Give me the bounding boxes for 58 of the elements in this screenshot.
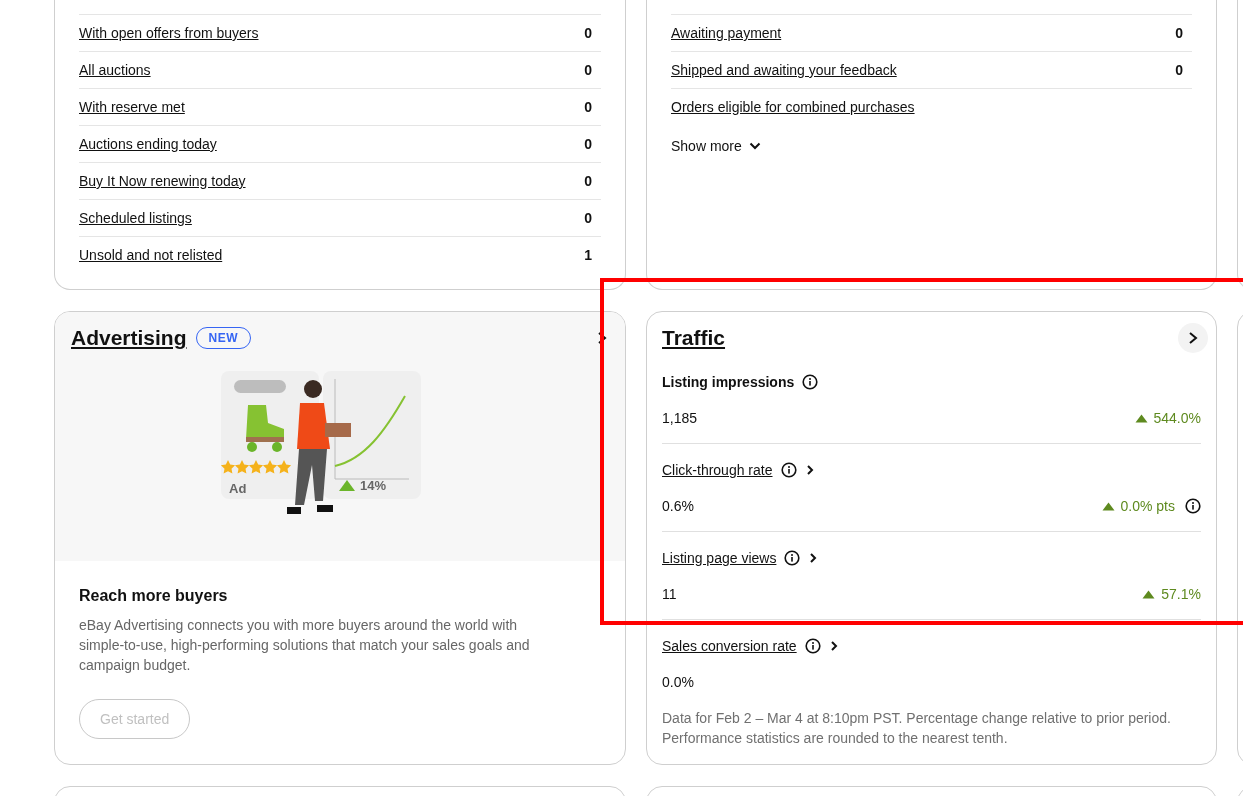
metric-value: 0.0% <box>662 674 694 690</box>
info-icon[interactable] <box>802 374 819 390</box>
chevron-right-icon <box>596 331 608 345</box>
chevron-down-icon <box>748 142 761 150</box>
chevron-right-icon[interactable] <box>828 640 839 652</box>
count-text: 0 <box>584 173 593 189</box>
show-more-button[interactable]: Show more <box>671 138 761 154</box>
count-text: 1 <box>584 247 593 263</box>
footnote-text: Data for Feb 2 – Mar 4 at 8:10pm PST. Percentage change relative to prior period. Performance statistics are rounded to the nearest tenth. <box>662 709 1172 748</box>
count-text: 0 <box>584 25 593 41</box>
metric-link[interactable]: Sales conversion rate <box>662 638 797 654</box>
up-triangle-icon <box>1101 501 1115 511</box>
list-link[interactable]: With open offers from buyers <box>79 25 259 41</box>
list-link[interactable]: Auctions ending today <box>79 136 217 152</box>
count-text: 0 <box>1175 25 1184 41</box>
list-link[interactable]: Unsold and not relisted <box>79 247 223 263</box>
list-link[interactable]: With reserve met <box>79 99 185 115</box>
info-icon[interactable] <box>804 638 821 654</box>
star-icon <box>234 460 250 474</box>
list-link[interactable]: Awaiting payment <box>671 25 782 41</box>
list-link[interactable]: Orders eligible for combined purchases <box>671 99 915 115</box>
count-text: 0 <box>584 62 593 78</box>
metric-link[interactable]: Click-through rate <box>662 462 773 478</box>
metric-value: 1,185 <box>662 410 698 426</box>
change-text: 544.0% <box>1153 410 1201 426</box>
up-triangle-icon <box>1134 413 1148 423</box>
list-link[interactable]: All auctions <box>79 62 151 78</box>
description-text: eBay Advertising connects you with more buyers around the world with simple-to-use, high-performing solutions that match your sales goals and campaign budget. <box>79 616 531 675</box>
card-title-link[interactable]: Advertising <box>71 326 187 350</box>
chevron-right-icon[interactable] <box>808 552 819 564</box>
list-link[interactable]: Buy It Now renewing today <box>79 173 246 189</box>
list-link[interactable]: Shipped and awaiting your feedback <box>671 62 897 78</box>
chevron-right-icon <box>1187 331 1199 345</box>
count-text: 0 <box>1175 62 1184 78</box>
count-text: 0 <box>584 210 593 226</box>
star-icon <box>220 460 236 474</box>
count-text: 0 <box>584 136 593 152</box>
list-link[interactable]: Scheduled listings <box>79 210 192 226</box>
metric-value: 11 <box>662 586 677 602</box>
metric-value: 0.6% <box>662 498 694 514</box>
change-text: 0.0% pts <box>1120 498 1175 514</box>
section-heading: Reach more buyers <box>79 587 229 605</box>
info-icon[interactable] <box>784 550 801 566</box>
trend-label: 14% <box>360 478 387 493</box>
info-icon[interactable] <box>780 462 797 478</box>
star-icon <box>276 460 292 474</box>
info-icon[interactable] <box>1185 498 1201 514</box>
metric-link[interactable]: Listing page views <box>662 550 777 566</box>
metric-label: Listing impressions <box>662 374 795 390</box>
star-icon <box>248 460 264 474</box>
change-text: 57.1% <box>1161 586 1201 602</box>
up-triangle-icon <box>1142 589 1156 599</box>
chevron-button[interactable] <box>1178 323 1208 353</box>
chevron-right-icon[interactable] <box>804 464 815 476</box>
count-text: 0 <box>584 99 593 115</box>
card-title-link[interactable]: Traffic <box>662 326 726 350</box>
star-icon <box>262 460 278 474</box>
ad-label: Ad <box>229 481 247 496</box>
